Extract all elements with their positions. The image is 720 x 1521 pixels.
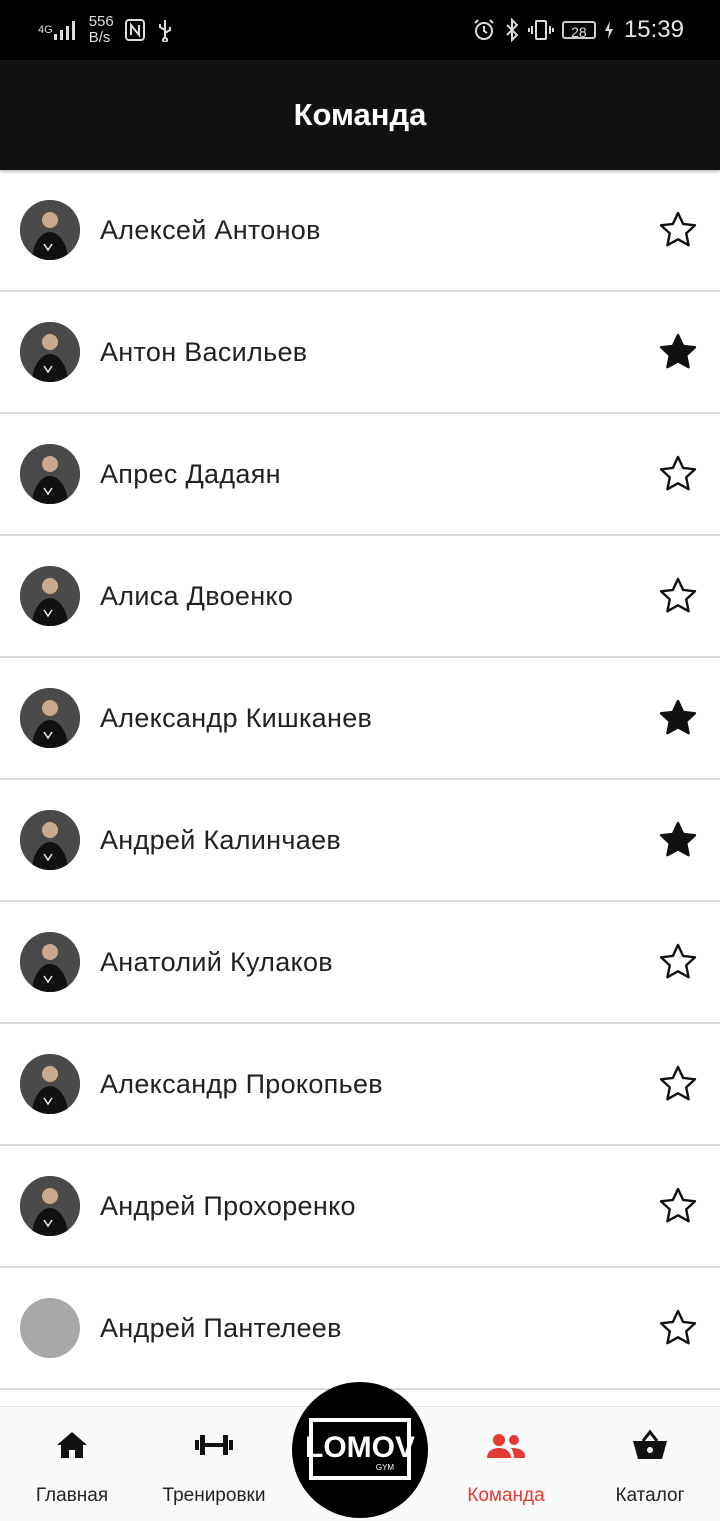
nfc-icon — [124, 18, 146, 42]
star-filled-icon[interactable] — [658, 332, 698, 372]
vibrate-icon — [527, 18, 554, 42]
avatar — [20, 1298, 80, 1358]
svg-text:GYM: GYM — [376, 1463, 395, 1472]
team-member-row[interactable]: Андрей Пантелеев — [0, 1268, 720, 1390]
star-filled-icon[interactable] — [658, 820, 698, 860]
nav-workouts[interactable]: Тренировки — [150, 1407, 278, 1521]
team-member-name: Анатолий Кулаков — [100, 947, 333, 977]
team-member-row[interactable]: Апрес Дадаян — [0, 414, 720, 536]
nav-workouts-label: Тренировки — [162, 1485, 266, 1506]
team-member-row[interactable]: Антон Васильев — [0, 292, 720, 414]
team-member-row[interactable]: Алиса Двоенко — [0, 536, 720, 658]
home-icon — [52, 1427, 92, 1463]
team-member-row[interactable]: Андрей Прохоренко — [0, 1146, 720, 1268]
bluetooth-icon — [504, 18, 520, 42]
net-speed: 556 B/s — [89, 14, 114, 46]
svg-text:LOMOV: LOMOV — [305, 1431, 415, 1464]
star-filled-icon[interactable] — [658, 698, 698, 738]
network-type: 4G — [38, 24, 53, 36]
avatar — [20, 566, 80, 626]
star-outline-icon[interactable] — [658, 942, 698, 982]
team-member-name: Андрей Пантелеев — [100, 1313, 342, 1343]
basket-icon — [630, 1427, 670, 1463]
team-member-row[interactable]: Анатолий Кулаков — [0, 902, 720, 1024]
team-member-row[interactable]: Александр Прокопьев — [0, 1024, 720, 1146]
lomov-gym-logo-button[interactable]: LOMOV GYM — [292, 1382, 428, 1518]
star-outline-icon[interactable] — [658, 454, 698, 494]
battery-indicator: 28 — [561, 21, 596, 40]
team-member-row[interactable]: Андрей Калинчаев — [0, 780, 720, 902]
team-member-name: Андрей Калинчаев — [100, 825, 342, 855]
avatar — [20, 932, 80, 992]
clock: 15:39 — [623, 16, 684, 43]
lomov-gym-logo: LOMOV GYM — [305, 1418, 415, 1480]
avatar — [20, 688, 80, 748]
team-list: Алексей Антонов Антон Васильев Апрес Дадая… — [0, 170, 720, 1390]
nav-team[interactable]: Команда — [446, 1407, 566, 1521]
star-outline-icon[interactable] — [658, 1186, 698, 1226]
status-bar: 4G 556 B/s 28 15:39 — [0, 0, 720, 60]
avatar — [20, 1054, 80, 1114]
team-member-name: Алексей Антонов — [100, 215, 321, 245]
alarm-icon — [472, 18, 496, 42]
net-speed-unit: B/s — [88, 29, 111, 46]
net-speed-value: 556 — [88, 13, 114, 30]
avatar — [20, 322, 80, 382]
star-outline-icon[interactable] — [658, 1308, 698, 1348]
charging-icon — [604, 20, 614, 40]
signal-icon: 4G — [38, 19, 79, 41]
team-member-name: Алиса Двоенко — [100, 581, 294, 611]
star-outline-icon[interactable] — [658, 210, 698, 250]
team-member-row[interactable]: Алексей Антонов — [0, 170, 720, 292]
star-outline-icon[interactable] — [658, 576, 698, 616]
team-member-name: Антон Васильев — [100, 337, 308, 367]
dumbbell-icon — [194, 1427, 234, 1463]
avatar — [20, 200, 80, 260]
nav-catalog-label: Каталог — [615, 1485, 685, 1506]
nav-home-label: Главная — [35, 1485, 109, 1506]
team-member-name: Андрей Прохоренко — [100, 1191, 356, 1221]
nav-team-label: Команда — [467, 1485, 545, 1506]
team-member-name: Александр Прокопьев — [100, 1069, 383, 1099]
page-title: Команда — [293, 97, 427, 132]
team-member-name: Апрес Дадаян — [100, 459, 281, 489]
star-outline-icon[interactable] — [658, 1064, 698, 1104]
team-member-row[interactable]: Александр Кишканев — [0, 658, 720, 780]
nav-catalog[interactable]: Каталог — [590, 1407, 710, 1521]
people-icon — [486, 1427, 526, 1463]
app-bar: Команда — [0, 60, 720, 170]
avatar — [20, 444, 80, 504]
nav-home[interactable]: Главная — [12, 1407, 132, 1521]
usb-icon — [156, 18, 174, 42]
avatar — [20, 1176, 80, 1236]
avatar — [20, 810, 80, 870]
team-member-name: Александр Кишканев — [100, 703, 373, 733]
